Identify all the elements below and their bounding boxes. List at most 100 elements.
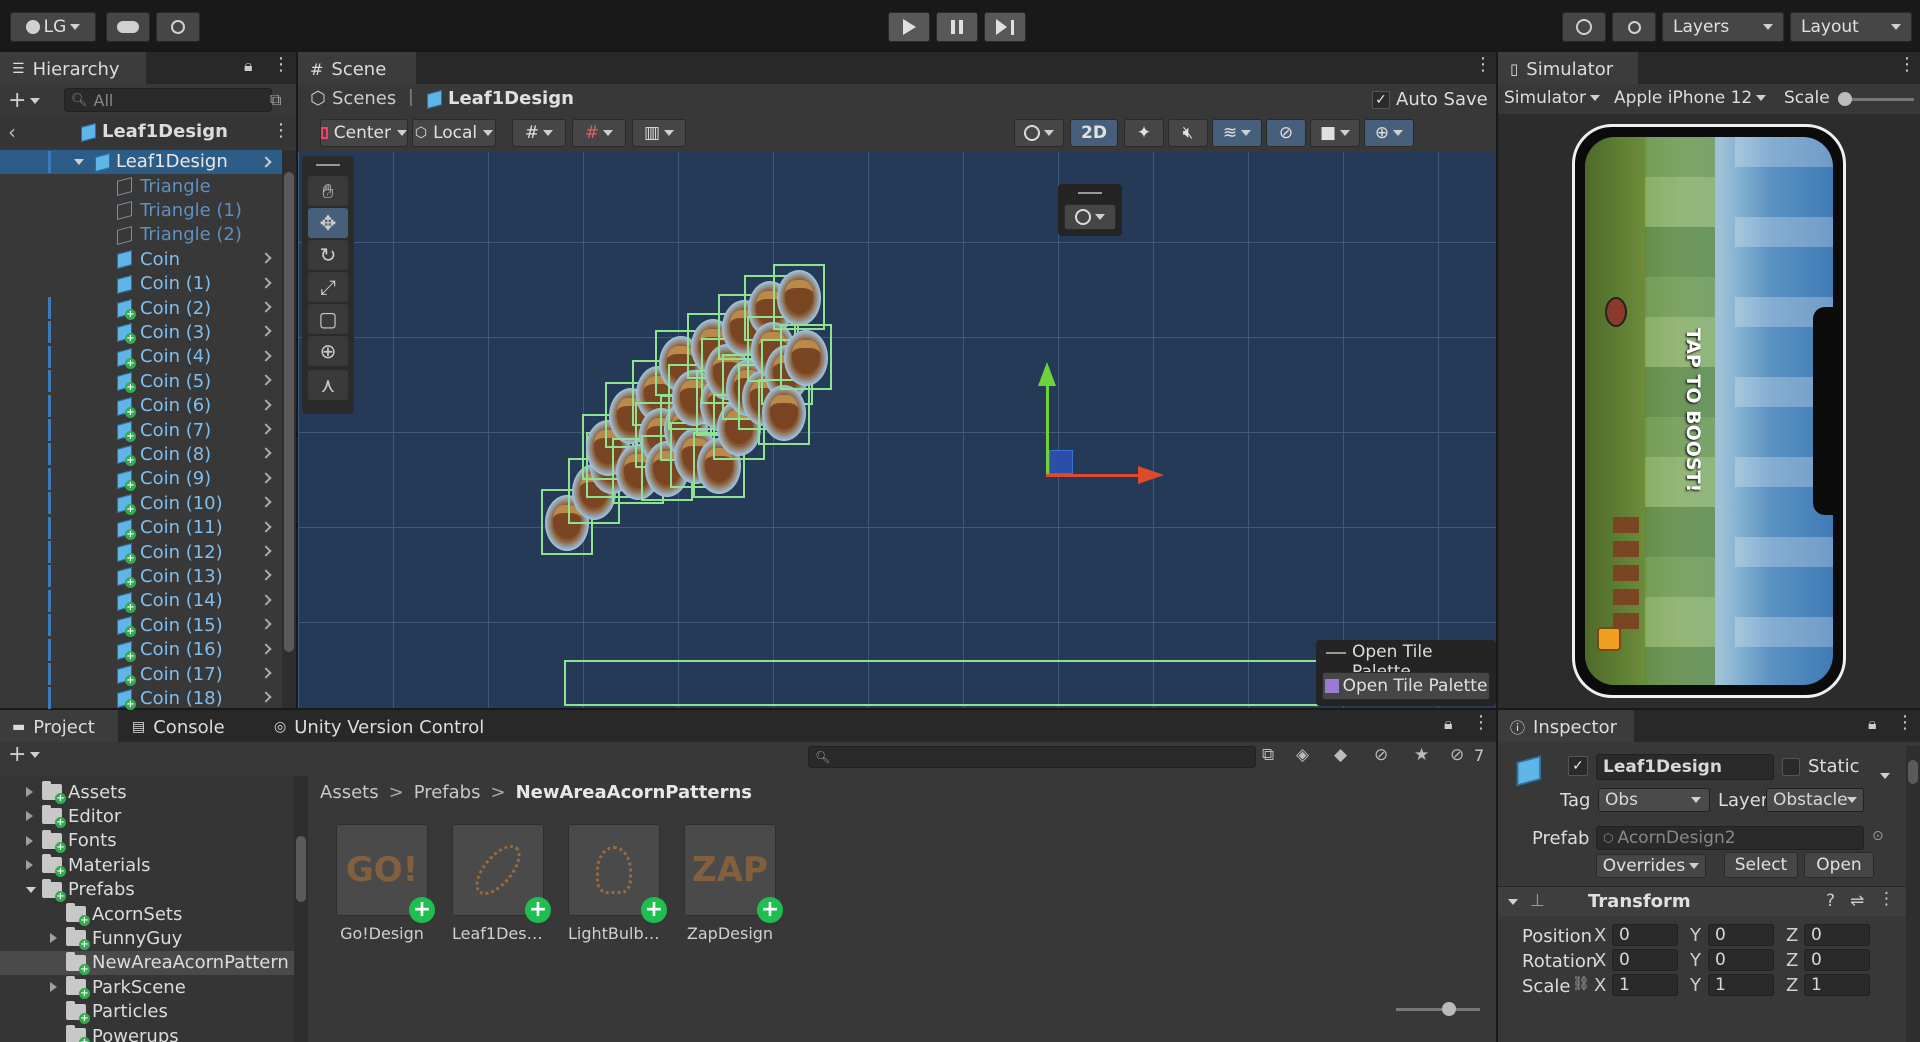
hierarchy-root-row[interactable]: Leaf1Design [0, 150, 284, 174]
folder-item[interactable]: +Powerups [0, 1024, 294, 1042]
mode-2d-button[interactable]: 2D [1070, 119, 1118, 147]
chevron-right-icon[interactable] [260, 447, 272, 460]
scene-header-row[interactable]: ‹ Leaf1Design ⋮ [0, 116, 296, 148]
hidden-packages-icon[interactable]: ⊘ [1450, 745, 1464, 765]
rotation-y-field[interactable]: 0 [1708, 949, 1774, 971]
device-dropdown[interactable]: Apple iPhone 12 [1614, 88, 1767, 108]
asset-item[interactable]: GO! + Go!Design [336, 824, 435, 943]
folder-item[interactable]: + Editor [0, 804, 294, 829]
tag-dropdown[interactable]: Obs [1598, 788, 1710, 812]
hierarchy-item[interactable]: Triangle [0, 174, 280, 198]
chevron-right-icon[interactable] [260, 472, 272, 484]
chevron-right-icon[interactable] [260, 252, 272, 264]
tab-scene[interactable]: # Scene [298, 52, 416, 84]
chevron-right-icon[interactable] [260, 642, 272, 655]
chevron-right-icon[interactable] [260, 398, 272, 411]
y-axis-label[interactable]: Y [1690, 975, 1701, 996]
rotation-z-field[interactable]: 0 [1804, 949, 1870, 971]
more-icon[interactable]: ⋮ [1898, 54, 1916, 75]
scrollbar-thumb[interactable] [1908, 760, 1918, 784]
folder-item[interactable]: + AcornSets [0, 902, 294, 926]
lighting-button[interactable]: ✦ [1124, 119, 1164, 147]
scale-slider[interactable] [1838, 92, 1914, 106]
chevron-right-icon[interactable] [260, 545, 272, 557]
back-icon[interactable]: ‹ [8, 120, 16, 144]
folder-item[interactable]: + Particles [0, 1000, 294, 1024]
chevron-right-icon[interactable] [260, 594, 272, 606]
breadcrumb-scenes[interactable]: Scenes [332, 88, 396, 109]
active-checkbox[interactable]: ✓ [1568, 756, 1588, 776]
folder-item[interactable]: + NewAreaAcornPattern [0, 950, 294, 975]
folder-item[interactable]: + Assets [0, 780, 294, 804]
hierarchy-search-input[interactable]: 🔍︎ All [64, 88, 272, 112]
visibility-button[interactable]: ⊘ [1266, 119, 1306, 147]
hierarchy-item[interactable]: + Coin (17) [0, 662, 280, 686]
layers-dropdown[interactable]: Layers [1662, 12, 1784, 42]
chevron-right-icon[interactable] [260, 667, 272, 679]
layout-dropdown[interactable]: Layout [1790, 12, 1912, 42]
hierarchy-item[interactable]: Coin [0, 247, 280, 271]
z-axis-label[interactable]: Z [1786, 925, 1798, 946]
grid-snap-button[interactable]: # [512, 119, 566, 147]
coin-sprite[interactable] [780, 324, 832, 390]
scene-search-icon[interactable]: ⧉ [270, 90, 281, 110]
more-icon[interactable]: ⋮ [1472, 712, 1490, 733]
filter-label-icon[interactable]: ◆ [1334, 745, 1347, 765]
chevron-right-icon[interactable] [260, 350, 272, 362]
folder-item[interactable]: + Prefabs [0, 878, 294, 902]
chevron-right-icon[interactable] [260, 569, 272, 582]
lock-icon[interactable]: 🔒︎ [1444, 714, 1453, 734]
more-icon[interactable]: ⋮ [272, 54, 290, 75]
z-axis-label[interactable]: Z [1786, 975, 1798, 996]
tab-console[interactable]: ▤ Console [120, 710, 260, 742]
object-picker-icon[interactable]: ⊙ [1872, 828, 1884, 844]
scale-z-field[interactable]: 1 [1804, 974, 1870, 996]
game-screen[interactable]: TAP TO BOOST! [1585, 137, 1833, 685]
chevron-right-icon[interactable] [26, 811, 36, 822]
simulator-mode-dropdown[interactable]: Simulator [1504, 88, 1601, 108]
auto-save-checkbox[interactable]: ✓ [1372, 91, 1390, 109]
coin-sprite[interactable] [773, 264, 825, 330]
overrides-dropdown[interactable]: Overrides [1596, 854, 1706, 878]
more-icon[interactable]: ⋮ [1474, 54, 1492, 75]
audio-button[interactable]: 🔇︎ [1168, 119, 1208, 147]
scrollbar-thumb[interactable] [284, 172, 294, 652]
filter-type-icon[interactable]: ◈ [1296, 745, 1309, 765]
xy-plane-handle[interactable] [1049, 450, 1073, 474]
hierarchy-item[interactable]: + Coin (15) [0, 613, 280, 638]
chevron-right-icon[interactable] [260, 276, 272, 289]
history-button[interactable] [1562, 12, 1606, 42]
chevron-right-icon[interactable] [26, 835, 36, 846]
more-icon[interactable]: ⋮ [1896, 712, 1914, 733]
folder-item[interactable]: + Fonts [0, 829, 294, 853]
pause-button[interactable] [936, 12, 978, 42]
filter-issues-icon[interactable]: ⊘ [1374, 745, 1388, 765]
chevron-right-icon[interactable] [26, 787, 36, 797]
asset-item[interactable]: ZAP + ZapDesign [684, 824, 783, 943]
x-axis-arrow-icon[interactable] [1138, 466, 1164, 484]
y-axis-label[interactable]: Y [1690, 950, 1701, 971]
chevron-right-icon[interactable] [260, 325, 272, 338]
inspector-scrollbar[interactable] [1906, 746, 1920, 1042]
static-dropdown[interactable] [1880, 764, 1890, 784]
chevron-right-icon[interactable] [260, 374, 272, 386]
tab-simulator[interactable]: ▯ Simulator [1498, 52, 1638, 84]
tab-hierarchy[interactable]: ☰ Hierarchy [0, 52, 146, 84]
x-axis-label[interactable]: X [1594, 975, 1606, 996]
more-icon[interactable]: ⋮ [272, 120, 290, 141]
overlay-handle[interactable] [1326, 652, 1346, 654]
hierarchy-item[interactable]: + Coin (14) [0, 589, 280, 613]
ruler-button[interactable]: ▥ [632, 119, 686, 147]
slider-thumb[interactable] [1838, 92, 1852, 106]
x-axis-label[interactable]: X [1594, 925, 1606, 946]
hierarchy-item[interactable]: + Coin (10) [0, 491, 280, 516]
hierarchy-item[interactable]: + Coin (5) [0, 369, 280, 394]
chevron-right-icon[interactable] [260, 691, 272, 704]
folder-item[interactable]: + FunnyGuy [0, 926, 294, 951]
chevron-right-icon[interactable] [50, 933, 60, 944]
select-button[interactable]: Select [1724, 852, 1798, 878]
chevron-right-icon[interactable] [260, 156, 272, 168]
position-z-field[interactable]: 0 [1804, 924, 1870, 946]
camera-button[interactable]: ■ [1310, 119, 1360, 147]
help-icon[interactable]: ? [1826, 891, 1835, 911]
